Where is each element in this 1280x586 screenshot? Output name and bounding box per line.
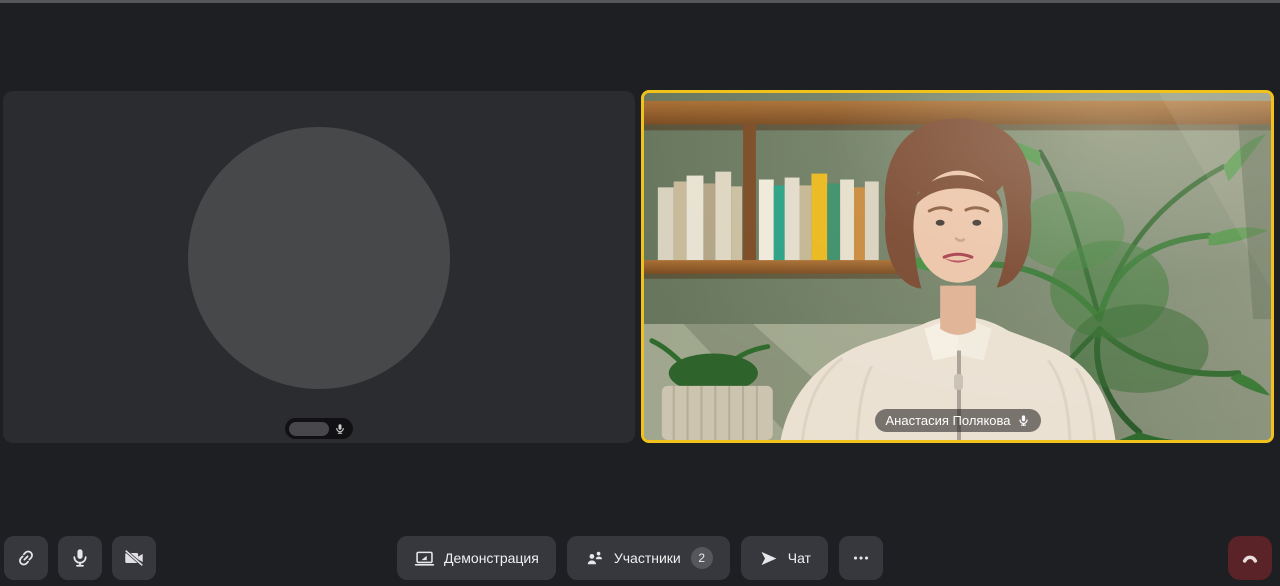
- hang-up-button[interactable]: [1228, 536, 1272, 580]
- microphone-button[interactable]: [58, 536, 102, 580]
- toolbar-center-group: Демонстрация Участники 2 Чат: [397, 536, 883, 580]
- send-plane-icon: [761, 551, 777, 565]
- local-participant-pill: [285, 418, 353, 439]
- meeting-window: { "participants_grid": { "local_tile": {…: [0, 0, 1280, 586]
- camera-off-button[interactable]: [112, 536, 156, 580]
- more-dots-icon: [853, 556, 869, 560]
- video-tile-local[interactable]: [3, 91, 635, 443]
- invite-link-icon: [19, 550, 33, 566]
- participants-label: Участники: [613, 550, 681, 566]
- screen-share-icon: [414, 551, 435, 566]
- chat-button[interactable]: Чат: [740, 536, 828, 580]
- camera-off-icon: [124, 549, 144, 567]
- webcam-video-frame: [644, 93, 1271, 440]
- more-options-button[interactable]: [838, 536, 883, 580]
- screen-share-button[interactable]: Демонстрация: [397, 536, 556, 580]
- active-speaker-name-pill: Анастасия Полякова: [874, 409, 1041, 432]
- screen-share-label: Демонстрация: [444, 550, 539, 566]
- participants-count-badge: 2: [690, 547, 713, 569]
- hidden-name-placeholder: [289, 421, 329, 436]
- hang-up-icon: [1242, 555, 1258, 563]
- chat-label: Чат: [787, 550, 811, 566]
- mic-icon: [336, 423, 344, 434]
- microphone-icon: [73, 549, 87, 567]
- participant-name: Анастасия Полякова: [885, 413, 1011, 428]
- toolbar-left-group: [4, 536, 156, 580]
- participants-button[interactable]: Участники 2: [566, 536, 730, 580]
- mic-icon: [1018, 415, 1028, 426]
- avatar: [188, 127, 450, 389]
- participants-icon: [587, 551, 602, 564]
- video-tile-active-speaker[interactable]: Анастасия Полякова: [641, 90, 1274, 443]
- invite-link-button[interactable]: [4, 536, 48, 580]
- window-top-edge: [0, 0, 1280, 3]
